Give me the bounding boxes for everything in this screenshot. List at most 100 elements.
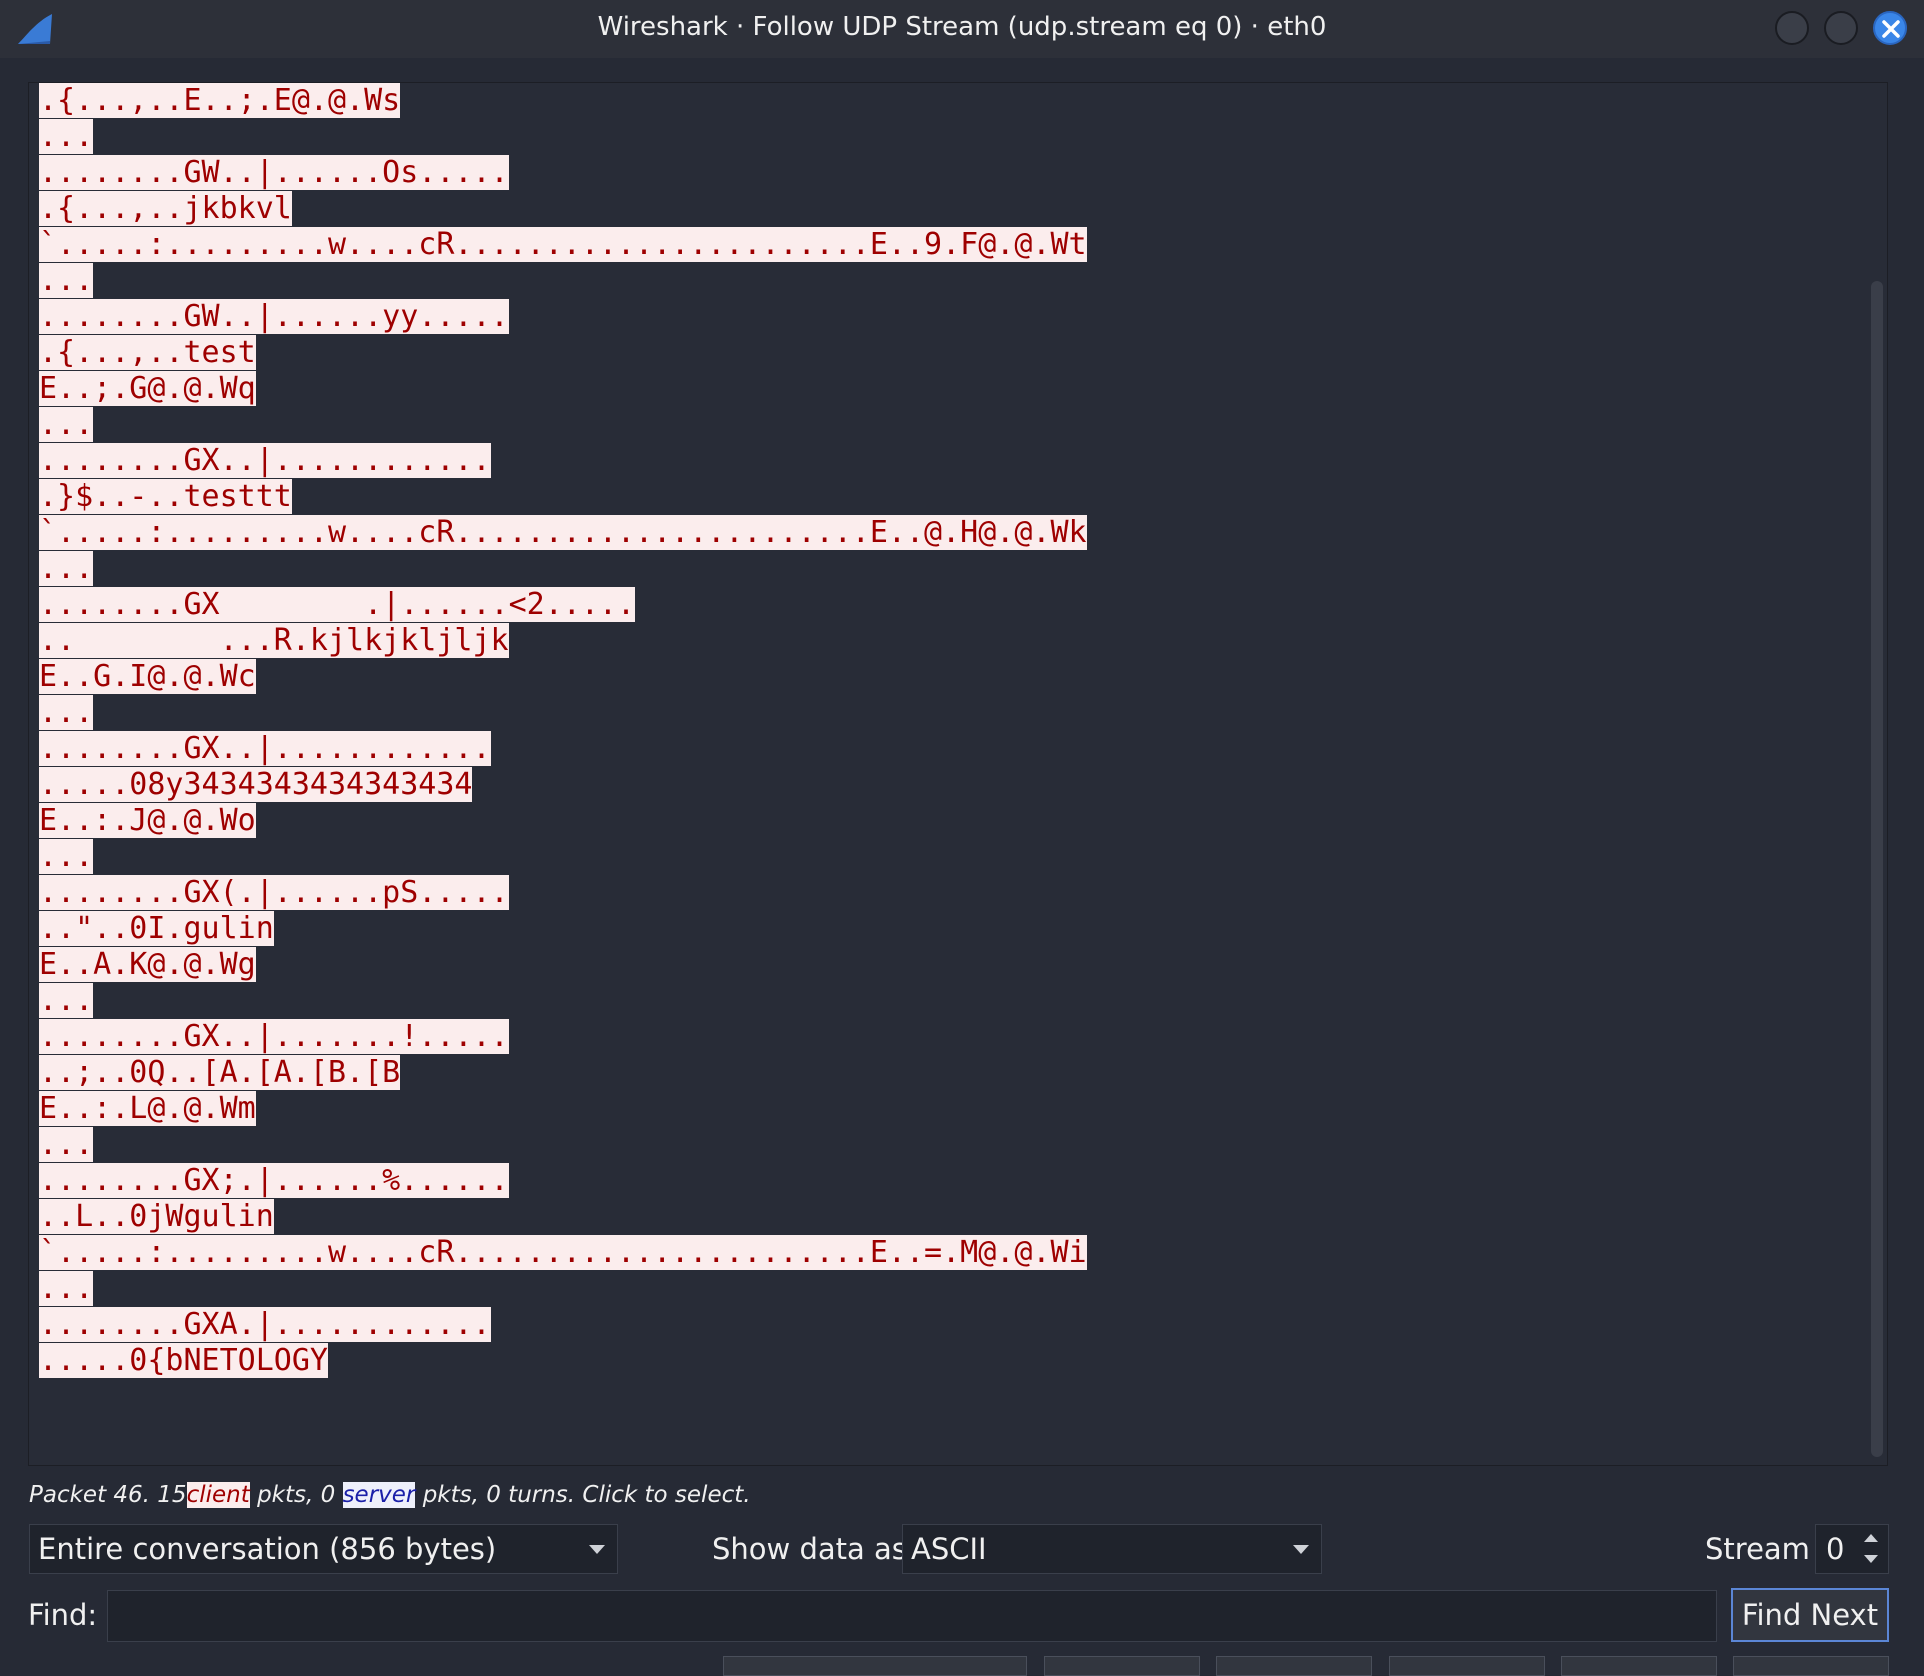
window-title: Wireshark · Follow UDP Stream (udp.strea… [597,12,1327,42]
bottom-button-5[interactable] [1561,1656,1717,1676]
stream-line: .."..0I.gulin [39,911,1087,947]
stream-line: ........GX..|............ [39,443,1087,479]
status-prefix: Packet 46. 15 [29,1482,187,1508]
stream-line: ........GW..|......Os..... [39,155,1087,191]
minimize-button[interactable] [1775,11,1809,45]
stream-line: ... [39,1127,1087,1163]
stream-number-spinbox[interactable]: 0 [1815,1524,1889,1574]
spin-down-icon[interactable] [1864,1555,1878,1563]
stream-line-text: E..:.L@.@.Wm [39,1091,256,1126]
stream-line-text: ... [39,119,94,154]
stream-line-text: .{...,..test [39,335,256,370]
stream-line: .....08y3434343434343434 [39,767,1087,803]
show-data-select-value: ASCII [911,1532,987,1566]
stream-line-text: ........GX..|.......!..... [39,1019,509,1054]
stream-line: ........GX;.|......%...... [39,1163,1087,1199]
stream-line-text: ........GX..|............ [39,731,491,766]
stream-line: E..:.J@.@.Wo [39,803,1087,839]
stream-line-text: ........GX..|............ [39,443,491,478]
stream-line-text: ..L..0jWgulin [39,1199,274,1234]
stream-line-text: .}$..-..testtt [39,479,292,514]
stream-line: ... [39,407,1087,443]
stream-line-text: E..;.G@.@.Wq [39,371,256,406]
stream-line: ........GXA.|............ [39,1307,1087,1343]
stream-line-text: .....0{bNETOLOGY [39,1343,328,1378]
stream-line: `.....:.........w....cR.................… [39,515,1087,551]
stream-line-text: .{...,..jkbkvl [39,191,292,226]
stream-line: E..G.I@.@.Wc [39,659,1087,695]
stream-line: ........GX(.|......pS..... [39,875,1087,911]
stream-line-text: ... [39,407,94,442]
find-next-button[interactable]: Find Next [1731,1588,1889,1642]
stream-line: ........GW..|......yy..... [39,299,1087,335]
stream-line-text: ... [39,983,94,1018]
find-label: Find: [28,1598,98,1632]
status-line: Packet 46. 15client pkts, 0 server pkts,… [29,1482,751,1508]
conversation-select-value: Entire conversation (856 bytes) [38,1532,497,1566]
stream-content-view[interactable]: .{...,..E..;.E@.@.Ws... ........GW..|....… [28,82,1888,1466]
find-input[interactable] [107,1590,1717,1642]
stream-line: ..;..0Q..[A.[A.[B.[B [39,1055,1087,1091]
stream-line: ... [39,695,1087,731]
stream-line-text: .. ...R.kjlkjkljljk [39,623,509,658]
stream-line-text: ... [39,839,94,874]
chevron-down-icon [589,1545,605,1554]
stream-line: `.....:.........w....cR.................… [39,1235,1087,1271]
stream-line: `.....:.........w....cR.................… [39,227,1087,263]
stream-line-text: ... [39,1271,94,1306]
status-middle: pkts, 0 [257,1482,336,1508]
show-data-label: Show data as [712,1532,907,1566]
bottom-button-3[interactable] [1216,1656,1372,1676]
server-label: server [342,1482,416,1508]
client-label: client [186,1482,250,1508]
stream-line: .{...,..E..;.E@.@.Ws [39,83,1087,119]
bottom-button-1[interactable] [723,1656,1027,1676]
stream-line-text: ... [39,695,94,730]
bottom-button-4[interactable] [1389,1656,1545,1676]
stream-line-text: ........GX;.|......%...... [39,1163,509,1198]
stream-line: ........GX..|............ [39,731,1087,767]
show-data-select[interactable]: ASCII [902,1524,1322,1574]
stream-line-text: E..A.K@.@.Wg [39,947,256,982]
stream-line: .}$..-..testtt [39,479,1087,515]
stream-line: ..L..0jWgulin [39,1199,1087,1235]
stream-line: ... [39,119,1087,155]
stream-line-text: `.....:.........w....cR.................… [39,227,1087,262]
stream-line-text: ........GX(.|......pS..... [39,875,509,910]
status-suffix: pkts, 0 turns. Click to select. [422,1482,751,1508]
stream-line-text: ... [39,1127,94,1162]
stream-line-text: .....08y3434343434343434 [39,767,473,802]
stream-text: .{...,..E..;.E@.@.Ws... ........GW..|....… [39,83,1087,1379]
stream-line-text: .{...,..E..;.E@.@.Ws [39,83,401,118]
stream-line: .{...,..jkbkvl [39,191,1087,227]
stream-line: E..;.G@.@.Wq [39,371,1087,407]
close-button[interactable] [1873,11,1907,45]
stream-line-text: ........GXA.|............ [39,1307,491,1342]
stream-line-text: ... [39,263,94,298]
stream-line: E..:.L@.@.Wm [39,1091,1087,1127]
stream-line-text: .."..0I.gulin [39,911,274,946]
bottom-button-2[interactable] [1044,1656,1200,1676]
stream-line: ... [39,1271,1087,1307]
stream-line-text: ..;..0Q..[A.[A.[B.[B [39,1055,401,1090]
stream-line: .{...,..test [39,335,1087,371]
maximize-button[interactable] [1824,11,1858,45]
close-icon [1882,20,1900,38]
stream-line-text: ........GX .|......<2..... [39,587,636,622]
stream-line: E..A.K@.@.Wg [39,947,1087,983]
stream-line: ... [39,839,1087,875]
stream-line-text: `.....:.........w....cR.................… [39,515,1087,550]
stream-line: ........GX .|......<2..... [39,587,1087,623]
spin-up-icon[interactable] [1864,1534,1878,1542]
stream-label: Stream [1705,1532,1810,1566]
stream-line-text: `.....:.........w....cR.................… [39,1235,1087,1270]
stream-line-text: E..G.I@.@.Wc [39,659,256,694]
stream-line: ... [39,551,1087,587]
stream-line-text: ........GW..|......yy..... [39,299,509,334]
vertical-scrollbar[interactable] [1871,281,1883,1457]
bottom-button-6[interactable] [1733,1656,1889,1676]
stream-line-text: E..:.J@.@.Wo [39,803,256,838]
conversation-select[interactable]: Entire conversation (856 bytes) [29,1524,618,1574]
title-bar: Wireshark · Follow UDP Stream (udp.strea… [0,0,1924,58]
stream-line-text: ........GW..|......Os..... [39,155,509,190]
